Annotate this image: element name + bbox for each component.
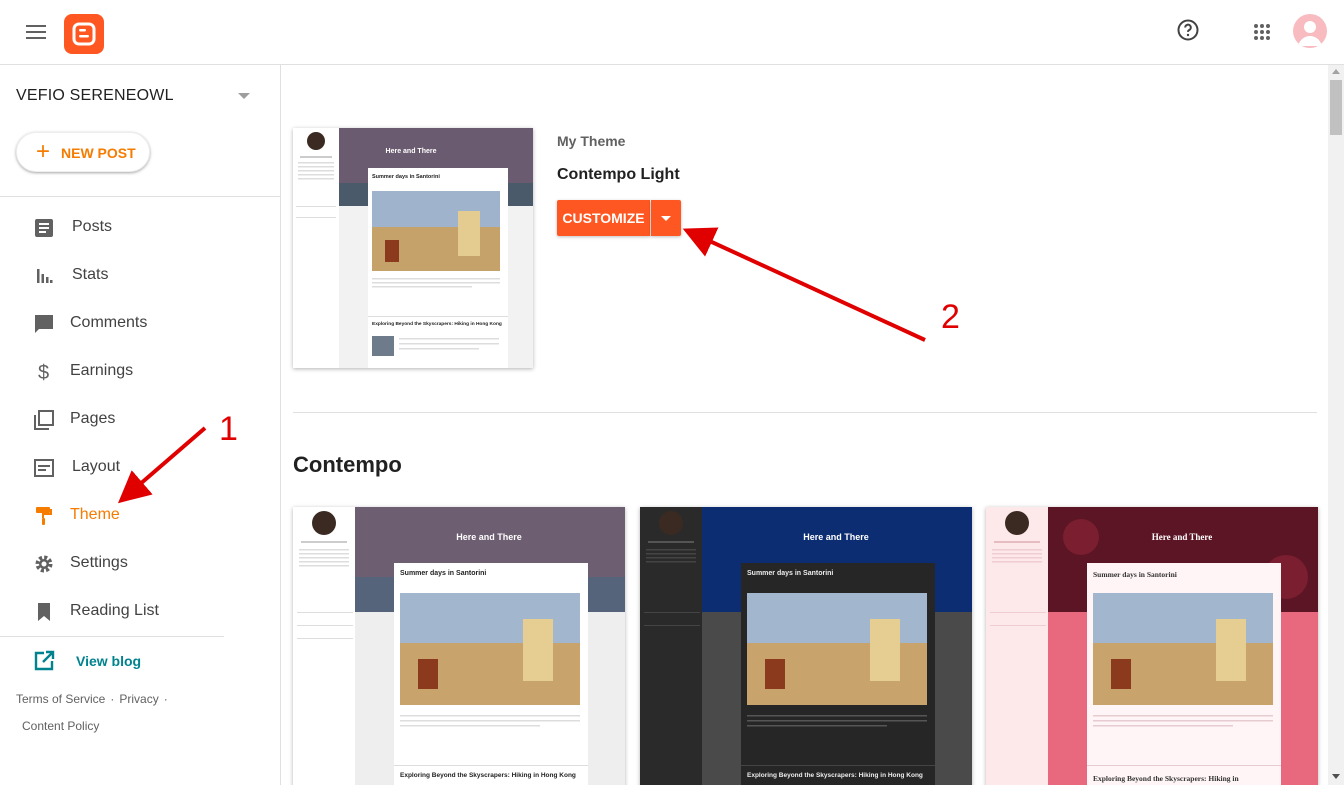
sidebar-item-posts[interactable]: Posts xyxy=(0,204,281,252)
sidebar-item-label: Reading List xyxy=(70,602,159,619)
sidebar-item-label: Settings xyxy=(70,554,128,571)
preview-post-title: Exploring Beyond the Skyscrapers: Hiking… xyxy=(400,772,576,779)
theme-section-title: Contempo xyxy=(293,452,402,477)
new-post-label: NEW POST xyxy=(61,145,136,161)
vertical-scrollbar[interactable] xyxy=(1328,65,1344,785)
theme-card-contempo-dark[interactable]: Here and There Summer days in Santorini … xyxy=(640,507,972,785)
sidebar-item-reading-list[interactable]: Reading List xyxy=(0,588,281,636)
main-content: Here and There Summer days in Santorini … xyxy=(281,65,1328,785)
comments-icon xyxy=(35,315,53,333)
blogger-logo[interactable] xyxy=(64,14,104,54)
chevron-down-icon xyxy=(661,216,671,221)
sidebar-item-layout[interactable]: Layout xyxy=(0,444,281,492)
top-app-bar xyxy=(0,0,1344,65)
current-theme-name: Contempo Light xyxy=(557,166,680,183)
content-policy-link[interactable]: Content Policy xyxy=(22,719,99,733)
theme-card-contempo-light[interactable]: Here and There Summer days in Santorini … xyxy=(293,507,625,785)
blog-selector-name[interactable]: VEFIO SERENEOWL xyxy=(16,87,174,105)
footer-links: Terms of Service · Privacy · xyxy=(16,692,168,706)
sidebar-item-theme[interactable]: Theme xyxy=(0,492,281,540)
sidebar-item-label: Posts xyxy=(72,218,113,235)
sidebar-item-label: Pages xyxy=(70,410,116,427)
sidebar: VEFIO SERENEOWL + NEW POST Posts Stats C… xyxy=(0,65,281,785)
sidebar-item-stats[interactable]: Stats xyxy=(0,252,281,300)
bookmark-icon xyxy=(38,603,50,621)
posts-icon xyxy=(35,219,53,237)
sidebar-item-earnings[interactable]: $ Earnings xyxy=(0,348,281,396)
customize-button[interactable]: CUSTOMIZE xyxy=(557,200,650,236)
gear-icon xyxy=(35,555,53,573)
view-blog-link[interactable]: View blog xyxy=(32,649,232,673)
preview-blog-title: Here and There xyxy=(386,148,437,155)
annotation-number-2: 2 xyxy=(941,298,960,336)
help-circle-icon[interactable] xyxy=(1176,18,1200,42)
preview-post-title: Exploring Beyond the Skyscrapers: Hiking… xyxy=(1093,774,1239,783)
theme-card-contempo-rose[interactable]: Here and There Summer days in Santorini … xyxy=(986,507,1318,785)
terms-link[interactable]: Terms of Service xyxy=(16,692,105,706)
sidebar-item-label: Theme xyxy=(70,506,120,523)
sidebar-item-label: Earnings xyxy=(70,362,134,379)
sidebar-item-label: Layout xyxy=(72,458,121,475)
customize-dropdown-button[interactable] xyxy=(651,200,681,236)
preview-blog-title: Here and There xyxy=(803,532,869,542)
sidebar-item-label: Stats xyxy=(72,266,109,283)
open-in-new-icon xyxy=(34,650,55,671)
preview-post-title: Summer days in Santorini xyxy=(372,174,440,180)
layout-icon xyxy=(34,459,54,477)
preview-post-title: Exploring Beyond the Skyscrapers: Hiking… xyxy=(372,321,502,327)
apps-grid-icon[interactable] xyxy=(1253,23,1271,41)
scrollbar-thumb[interactable] xyxy=(1330,80,1342,135)
annotation-number-1: 1 xyxy=(219,410,238,448)
preview-blog-title: Here and There xyxy=(456,532,522,542)
privacy-link[interactable]: Privacy xyxy=(119,692,158,706)
dollar-icon: $ xyxy=(38,362,49,384)
chevron-down-icon[interactable] xyxy=(238,93,250,99)
stats-icon xyxy=(37,269,53,283)
new-post-button[interactable]: + NEW POST xyxy=(16,132,150,172)
scroll-down-arrow-icon[interactable] xyxy=(1332,774,1340,779)
paint-roller-icon xyxy=(36,507,52,525)
current-theme-preview[interactable]: Here and There Summer days in Santorini … xyxy=(293,128,533,368)
view-blog-label: View blog xyxy=(76,653,142,669)
section-divider xyxy=(293,412,1317,413)
scroll-up-arrow-icon[interactable] xyxy=(1332,69,1340,74)
preview-post-title: Exploring Beyond the Skyscrapers: Hiking… xyxy=(747,772,923,779)
sidebar-item-pages[interactable]: Pages xyxy=(0,396,281,444)
preview-post-title: Summer days in Santorini xyxy=(400,570,486,577)
plus-icon: + xyxy=(36,138,51,165)
preview-post-title: Summer days in Santorini xyxy=(747,570,833,577)
sidebar-item-label: Comments xyxy=(70,314,148,331)
sidebar-item-comments[interactable]: Comments xyxy=(0,300,281,348)
preview-post-title: Summer days in Santorini xyxy=(1093,570,1177,579)
pages-icon xyxy=(34,410,54,430)
preview-blog-title: Here and There xyxy=(1152,532,1213,542)
my-theme-label: My Theme xyxy=(557,133,626,149)
sidebar-item-settings[interactable]: Settings xyxy=(0,540,281,588)
sidebar-divider xyxy=(0,196,281,197)
hamburger-icon[interactable] xyxy=(26,25,46,39)
svg-text:$: $ xyxy=(38,362,49,384)
sidebar-divider xyxy=(0,636,224,637)
user-avatar[interactable] xyxy=(1293,14,1327,48)
